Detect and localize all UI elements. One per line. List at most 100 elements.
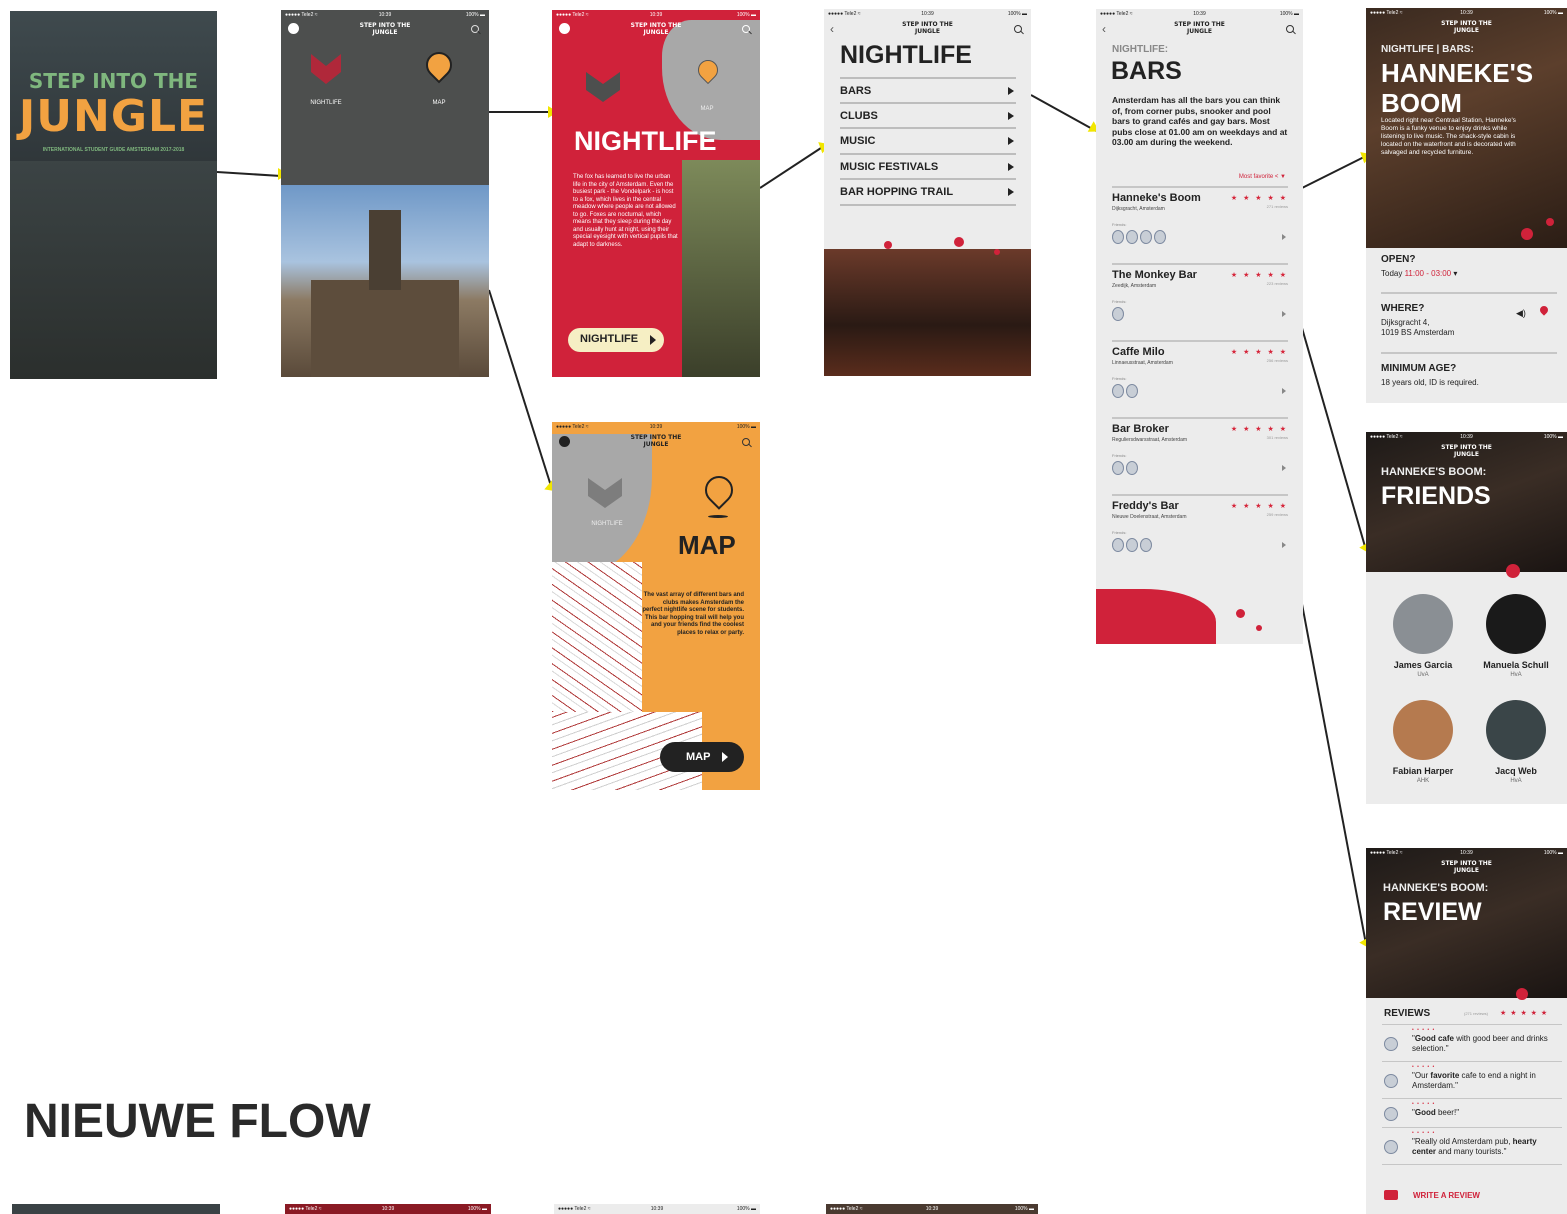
status-bar: ●●●●● Tele2 ≈10:39 100% ▬ xyxy=(285,12,485,18)
map-button-label: MAP xyxy=(686,751,711,763)
friends-screen: ●●●●● Tele2 ≈10:39 100% ▬ STEP INTO THE J… xyxy=(1366,432,1567,804)
fox-icon[interactable] xyxy=(311,54,341,84)
app-logo: STEP INTO THE JUNGLE xyxy=(902,21,953,35)
play-icon xyxy=(650,335,656,345)
review-item: • • • • • "Good beer!" xyxy=(1382,1098,1562,1127)
paint-splat xyxy=(994,249,1000,255)
reviews-count: (271 reviews) xyxy=(1464,1011,1489,1016)
detail-description: Located right near Centraal Station, Han… xyxy=(1381,117,1516,156)
map-pin-icon[interactable] xyxy=(420,46,458,84)
map-label[interactable]: MAP xyxy=(687,106,727,112)
cover-subtitle: INTERNATIONAL STUDENT GUIDE AMSTERDAM 20… xyxy=(42,147,185,153)
nightlife-button[interactable]: NIGHTLIFE xyxy=(568,328,664,352)
friends-title: FRIENDS xyxy=(1381,482,1491,510)
nightlife-label[interactable]: NIGHTLIFE xyxy=(301,100,351,106)
search-icon[interactable] xyxy=(1014,25,1022,33)
nightlife-intro-screen: ●●●●● Tele2 ≈10:39 100% ▬ STEP INTO THE J… xyxy=(552,10,760,377)
screen-new-flow-3: ●●●●● Tele2 ≈10:39 100% ▬ xyxy=(554,1204,760,1214)
menu-item-bars[interactable]: BARS xyxy=(840,77,1016,103)
flow-connectors xyxy=(216,94,1367,945)
paint-splat xyxy=(1506,564,1520,578)
write-review-button[interactable]: WRITE A REVIEW xyxy=(1384,1190,1494,1202)
app-logo: STEP INTO THE JUNGLE xyxy=(1441,860,1492,874)
bar-row-hannekes-boom[interactable]: Hanneke's Boom Dijksgracht, Amsterdam ★ ★… xyxy=(1112,186,1288,264)
nightlife-body: The fox has learned to live the urban li… xyxy=(573,174,678,248)
cover-title-line1: STEP INTO THE xyxy=(28,69,199,93)
review-kicker: HANNEKE'S BOOM: xyxy=(1383,882,1489,894)
fox-icon xyxy=(586,72,620,102)
avatar xyxy=(1393,594,1453,654)
map-title: MAP xyxy=(678,530,736,560)
review-title: REVIEW xyxy=(1383,898,1482,926)
map-pin-icon[interactable] xyxy=(1538,304,1550,316)
cover-screen-new-flow xyxy=(12,1204,220,1214)
app-logo: STEP INTO THE JUNGLE xyxy=(630,22,682,36)
detail-title-1: HANNEKE'S xyxy=(1381,58,1534,88)
map-label[interactable]: MAP xyxy=(414,100,464,106)
review-item: • • • • • "Good cafe with good beer and d… xyxy=(1382,1024,1562,1061)
status-bar: ●●●●● Tele2 ≈10:39 100% ▬ xyxy=(1370,10,1563,16)
bars-intro: Amsterdam has all the bars you can think… xyxy=(1112,95,1288,147)
cover-screen: STEP INTO THE JUNGLE INTERNATIONAL STUDE… xyxy=(10,11,217,379)
detail-title-2: BOOM xyxy=(1381,88,1462,118)
play-icon xyxy=(722,752,728,762)
palace-silhouette xyxy=(10,161,217,379)
avatar xyxy=(1486,594,1546,654)
write-review-label: WRITE A REVIEW xyxy=(1413,1191,1480,1200)
nightlife-button-label: NIGHTLIFE xyxy=(580,333,639,345)
bars-screen: ●●●●● Tele2 ≈10:39 100% ▬ ‹ STEP INTO THE… xyxy=(1096,9,1303,644)
map-pin-shadow xyxy=(708,515,728,518)
palace-building xyxy=(311,280,459,377)
page-title: NIGHTLIFE xyxy=(840,41,972,69)
sort-control[interactable]: Most favorite < ▼ xyxy=(1196,174,1286,180)
glasses-photo xyxy=(824,249,1031,376)
age-value: 18 years old, ID is required. xyxy=(1381,378,1479,387)
screen-new-flow-2: ●●●●● Tele2 ≈10:39 100% ▬ xyxy=(285,1204,491,1214)
menu-item-clubs[interactable]: CLUBS xyxy=(840,102,1016,128)
search-icon[interactable] xyxy=(1286,25,1294,33)
open-hours[interactable]: Today 11:00 - 03:00 ▾ xyxy=(1381,269,1457,278)
bar-row-bar-broker[interactable]: Bar Broker Reguliersdwarsstraat, Amsterda… xyxy=(1112,417,1288,495)
speaker-icon[interactable]: ◀) xyxy=(1516,308,1526,319)
search-icon[interactable] xyxy=(742,438,750,446)
bar-row-monkey-bar[interactable]: The Monkey Bar Zeedijk, Amsterdam ★ ★ ★ ★… xyxy=(1112,263,1288,341)
app-logo: STEP INTO THE JUNGLE xyxy=(1441,20,1492,34)
search-icon[interactable] xyxy=(742,25,750,33)
drink-photo xyxy=(682,160,760,377)
palace-tower xyxy=(369,210,401,290)
section-title: NIEUWE FLOW xyxy=(24,1095,371,1148)
friend-card[interactable]: Jacq Web HvA xyxy=(1471,700,1561,784)
detail-kicker: NIGHTLIFE | BARS: xyxy=(1381,44,1474,55)
reviews-label: REVIEWS xyxy=(1384,1008,1431,1019)
map-button[interactable]: MAP xyxy=(660,742,744,772)
map-body: The vast array of different bars and clu… xyxy=(642,592,744,636)
nightlife-label[interactable]: NIGHTLIFE xyxy=(577,521,637,527)
menu-item-music-festivals[interactable]: MUSIC FESTIVALS xyxy=(840,153,1016,179)
friend-card[interactable]: Fabian Harper AHK xyxy=(1378,700,1468,784)
search-icon[interactable] xyxy=(471,25,479,33)
status-bar: ●●●●● Tele2 ≈10:39 100% ▬ xyxy=(828,11,1027,17)
avatar xyxy=(1393,700,1453,760)
page-kicker: NIGHTLIFE: xyxy=(1112,44,1169,55)
age-label: MINIMUM AGE? xyxy=(1381,363,1457,374)
menu-item-bar-hopping-trail[interactable]: BAR HOPPING TRAIL xyxy=(840,178,1016,206)
map-pin-icon[interactable] xyxy=(699,470,739,510)
menu-item-music[interactable]: MUSIC xyxy=(840,127,1016,153)
status-bar: ●●●●● Tele2 ≈10:39 100% ▬ xyxy=(1370,850,1563,856)
avatar xyxy=(1486,700,1546,760)
reviews-stars: ★ ★ ★ ★ ★ xyxy=(1500,1010,1549,1017)
comment-icon xyxy=(1384,1190,1398,1200)
review-item: • • • • • "Our favorite cafe to end a nig… xyxy=(1382,1061,1562,1098)
friend-card[interactable]: Manuela Schull HvA xyxy=(1471,594,1561,678)
friend-card[interactable]: James Garcia UvA xyxy=(1378,594,1468,678)
status-bar: ●●●●● Tele2 ≈10:39 100% ▬ xyxy=(556,12,756,18)
review-screen: ●●●●● Tele2 ≈10:39 100% ▬ STEP INTO THE J… xyxy=(1366,848,1567,1214)
open-label: OPEN? xyxy=(1381,254,1416,265)
bar-row-freddys-bar[interactable]: Freddy's Bar Nieuwe Doelenstraat, Amsterd… xyxy=(1112,494,1288,572)
paint-splat xyxy=(1236,609,1245,618)
bar-row-caffe-milo[interactable]: Caffe Milo Linnaeusstraat, Amsterdam ★ ★ … xyxy=(1112,340,1288,418)
nightlife-menu-screen: ●●●●● Tele2 ≈10:39 100% ▬ ‹ STEP INTO THE… xyxy=(824,9,1031,376)
nightlife-title: NIGHTLIFE xyxy=(574,126,717,156)
app-logo: STEP INTO THE JUNGLE xyxy=(630,434,682,448)
map-intro-screen: ●●●●● Tele2 ≈10:39 100% ▬ STEP INTO THE J… xyxy=(552,422,760,790)
